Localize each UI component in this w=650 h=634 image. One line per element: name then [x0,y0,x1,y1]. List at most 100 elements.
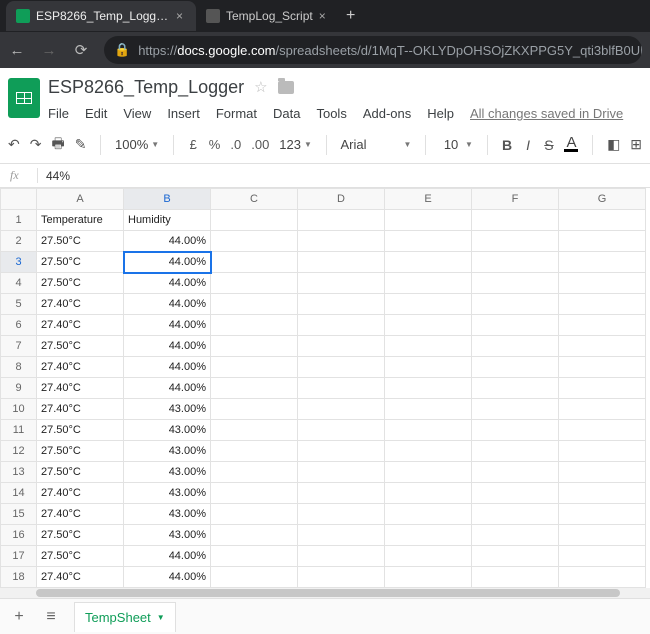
row-header-6[interactable]: 6 [1,315,37,336]
cell-B5[interactable]: 44.00% [124,294,211,315]
cell-E11[interactable] [385,420,472,441]
fontsize-dropdown[interactable]: 10▼ [440,137,473,152]
row-header-9[interactable]: 9 [1,378,37,399]
cell-C15[interactable] [211,504,298,525]
cell-A11[interactable]: 27.50°C [37,420,124,441]
cell-A14[interactable]: 27.40°C [37,483,124,504]
cell-C10[interactable] [211,399,298,420]
cell-A13[interactable]: 27.50°C [37,462,124,483]
cell-D11[interactable] [298,420,385,441]
back-button[interactable]: ← [8,42,26,59]
row-header-1[interactable]: 1 [1,210,37,231]
cell-B13[interactable]: 43.00% [124,462,211,483]
cell-B14[interactable]: 43.00% [124,483,211,504]
cell-E7[interactable] [385,336,472,357]
cell-E1[interactable] [385,210,472,231]
spreadsheet-grid[interactable]: ABCDEFG1TemperatureHumidity227.50°C44.00… [0,188,650,588]
row-header-5[interactable]: 5 [1,294,37,315]
cell-G3[interactable] [559,252,646,273]
cell-A5[interactable]: 27.40°C [37,294,124,315]
row-header-7[interactable]: 7 [1,336,37,357]
cell-B12[interactable]: 43.00% [124,441,211,462]
fill-color-icon[interactable]: ◧ [607,136,620,153]
cell-C6[interactable] [211,315,298,336]
cell-F14[interactable] [472,483,559,504]
row-header-13[interactable]: 13 [1,462,37,483]
cell-G6[interactable] [559,315,646,336]
row-header-8[interactable]: 8 [1,357,37,378]
percent-button[interactable]: % [209,137,221,152]
cell-C8[interactable] [211,357,298,378]
paint-format-icon[interactable]: ✎ [75,136,87,153]
cell-E8[interactable] [385,357,472,378]
menu-tools[interactable]: Tools [316,106,346,121]
cell-G15[interactable] [559,504,646,525]
cell-A4[interactable]: 27.50°C [37,273,124,294]
cell-F2[interactable] [472,231,559,252]
cell-F8[interactable] [472,357,559,378]
cell-B1[interactable]: Humidity [124,210,211,231]
folder-icon[interactable] [278,81,294,94]
zoom-dropdown[interactable]: 100%▼ [115,137,159,152]
cell-E6[interactable] [385,315,472,336]
cell-B2[interactable]: 44.00% [124,231,211,252]
cell-A1[interactable]: Temperature [37,210,124,231]
strike-button[interactable]: S [543,137,554,153]
cell-E12[interactable] [385,441,472,462]
row-header-3[interactable]: 3 [1,252,37,273]
cell-B17[interactable]: 44.00% [124,546,211,567]
cell-D8[interactable] [298,357,385,378]
add-sheet-button[interactable]: + [10,608,28,626]
menu-view[interactable]: View [123,106,151,121]
url-bar[interactable]: 🔒 https://docs.google.com/spreadsheets/d… [104,36,642,64]
cell-G8[interactable] [559,357,646,378]
star-icon[interactable]: ☆ [254,78,267,96]
cell-D2[interactable] [298,231,385,252]
formula-value[interactable]: 44% [38,169,70,183]
cell-E3[interactable] [385,252,472,273]
cell-B7[interactable]: 44.00% [124,336,211,357]
borders-icon[interactable]: ⊞ [630,136,642,153]
cell-A16[interactable]: 27.50°C [37,525,124,546]
sheets-logo-icon[interactable] [8,78,40,118]
cell-F5[interactable] [472,294,559,315]
cell-C17[interactable] [211,546,298,567]
cell-F17[interactable] [472,546,559,567]
cell-B11[interactable]: 43.00% [124,420,211,441]
cell-C18[interactable] [211,567,298,588]
row-header-17[interactable]: 17 [1,546,37,567]
cell-E5[interactable] [385,294,472,315]
cell-G12[interactable] [559,441,646,462]
close-tab-icon[interactable]: × [176,9,186,23]
redo-icon[interactable]: ↷ [30,136,42,153]
cell-D3[interactable] [298,252,385,273]
cell-E16[interactable] [385,525,472,546]
cell-F7[interactable] [472,336,559,357]
cell-A12[interactable]: 27.50°C [37,441,124,462]
cell-D16[interactable] [298,525,385,546]
cell-B18[interactable]: 44.00% [124,567,211,588]
bold-button[interactable]: B [502,137,513,153]
cell-C1[interactable] [211,210,298,231]
italic-button[interactable]: I [523,137,534,153]
currency-button[interactable]: £ [188,137,199,152]
cell-B9[interactable]: 44.00% [124,378,211,399]
cell-F16[interactable] [472,525,559,546]
menu-data[interactable]: Data [273,106,300,121]
save-status[interactable]: All changes saved in Drive [470,106,623,121]
cell-D18[interactable] [298,567,385,588]
cell-E17[interactable] [385,546,472,567]
row-header-18[interactable]: 18 [1,567,37,588]
increase-decimal-button[interactable]: .00 [251,137,269,152]
select-all-corner[interactable] [1,189,37,210]
row-header-16[interactable]: 16 [1,525,37,546]
cell-F9[interactable] [472,378,559,399]
menu-format[interactable]: Format [216,106,257,121]
horizontal-scrollbar[interactable] [0,588,650,598]
cell-G5[interactable] [559,294,646,315]
cell-A3[interactable]: 27.50°C [37,252,124,273]
row-header-10[interactable]: 10 [1,399,37,420]
decrease-decimal-button[interactable]: .0 [230,137,241,152]
browser-tab-active[interactable]: ESP8266_Temp_Logger - Google × [6,1,196,31]
col-header-B[interactable]: B [124,189,211,210]
